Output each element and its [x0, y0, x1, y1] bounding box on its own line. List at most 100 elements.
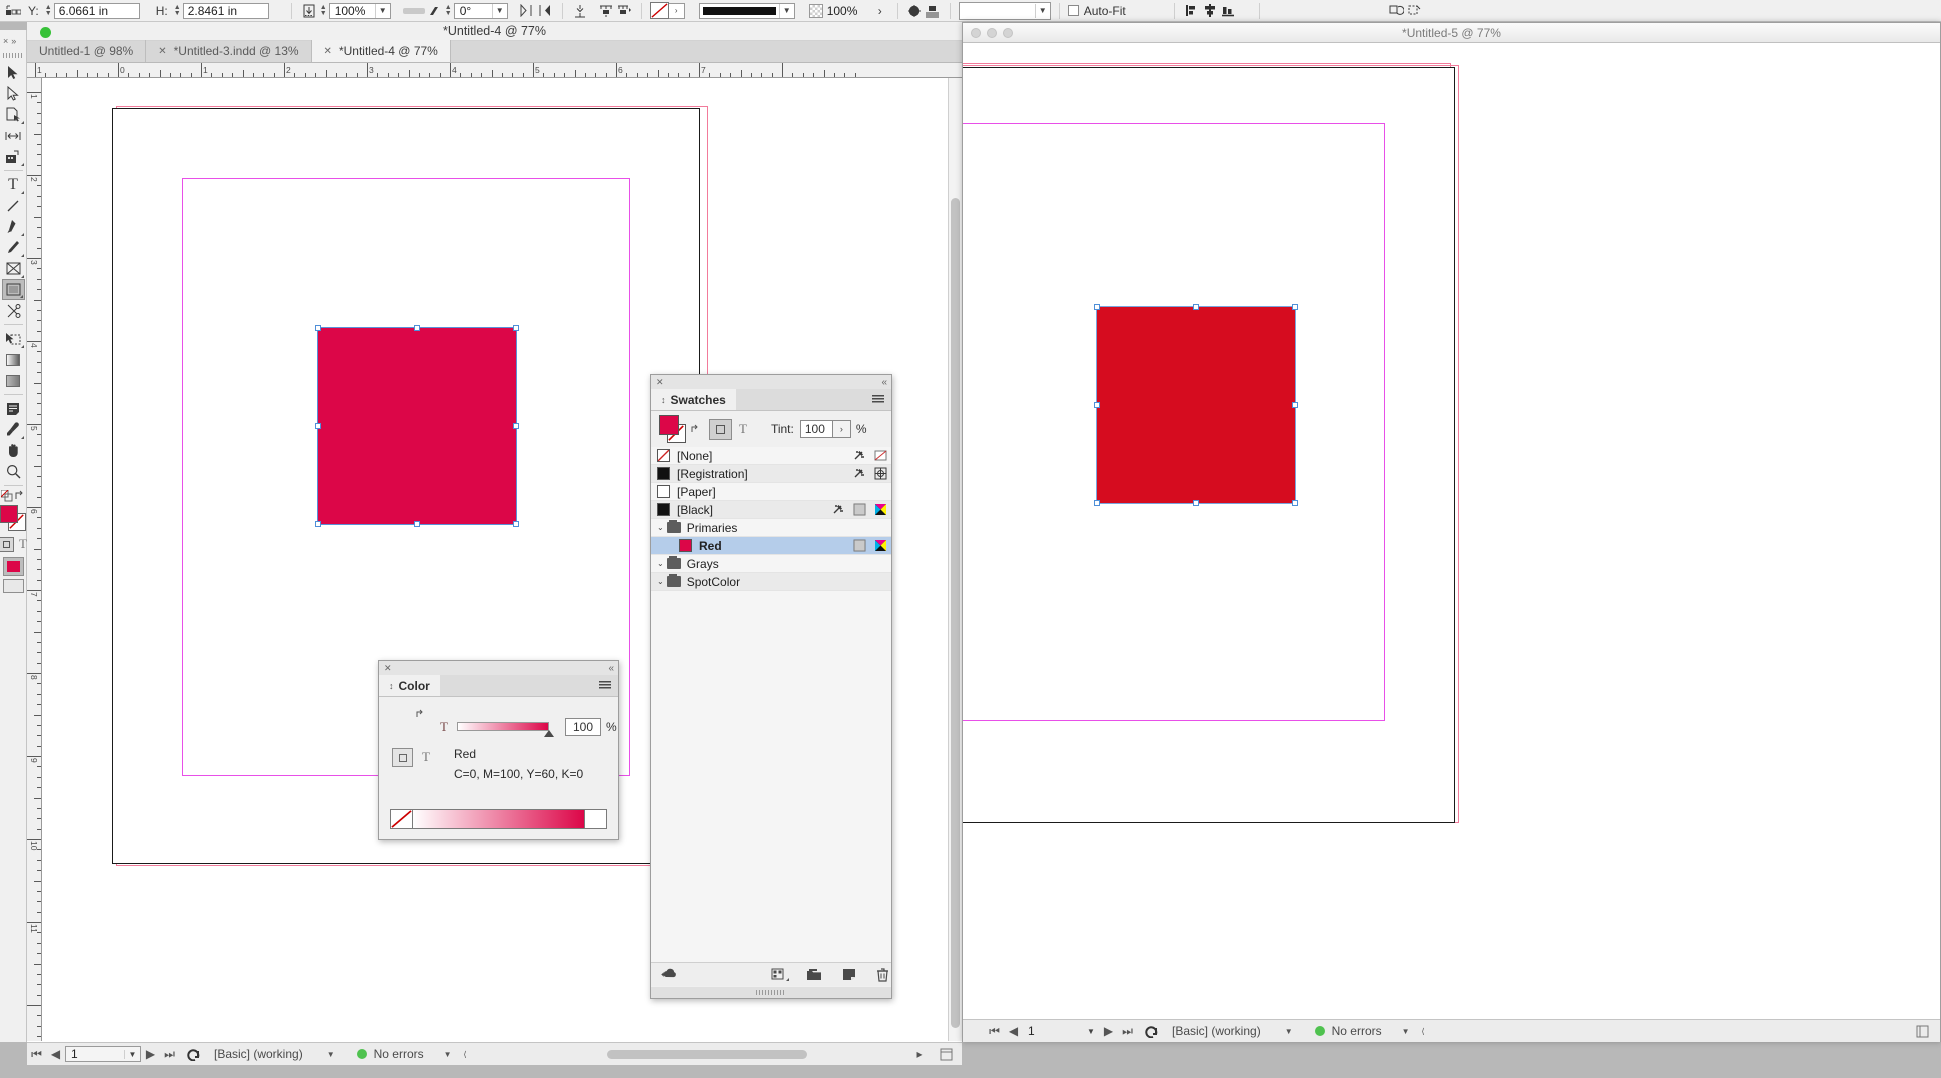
apply-none-button[interactable] — [2, 579, 24, 593]
selection-tool[interactable] — [2, 62, 25, 83]
chevron-down-icon[interactable]: ▼ — [778, 3, 794, 18]
swatches-fill-proxy[interactable] — [659, 415, 679, 435]
formatting-affects-container-icon[interactable] — [0, 536, 15, 552]
selection-handle[interactable] — [1094, 402, 1100, 408]
scale-stepper[interactable]: ▲ ▼ — [318, 3, 329, 19]
selection-handle[interactable] — [1292, 304, 1298, 310]
tint-input[interactable]: 100 — [799, 420, 833, 438]
selection-handle[interactable] — [315, 423, 321, 429]
fill-swatch[interactable] — [0, 505, 18, 523]
selection-handle[interactable] — [1193, 500, 1199, 506]
rotate-combo[interactable]: 0° ▼ — [453, 2, 508, 19]
close-icon[interactable]: × — [3, 36, 8, 46]
selection-handle[interactable] — [513, 521, 519, 527]
note-tool[interactable] — [2, 398, 25, 419]
cmyk-icon[interactable] — [874, 503, 887, 516]
expand-icon[interactable]: » — [11, 36, 16, 46]
frame-tool[interactable] — [2, 258, 25, 279]
previous-page-button[interactable]: ◀ — [46, 1045, 65, 1064]
collapse-icon[interactable]: « — [881, 377, 886, 388]
disclosure-triangle-icon[interactable]: ⌄ — [657, 559, 664, 568]
reference-point-icon[interactable] — [4, 2, 22, 20]
collapse-icon[interactable]: « — [608, 663, 613, 674]
zoom-tool[interactable] — [2, 461, 25, 482]
new-color-group-icon[interactable] — [771, 968, 789, 981]
align-left-edges-icon[interactable] — [1183, 2, 1201, 20]
first-page-button[interactable]: ⏮ — [27, 1045, 46, 1064]
delete-swatch-icon[interactable] — [876, 967, 889, 982]
preflight-icon[interactable] — [1143, 1022, 1162, 1041]
content-collector-tool[interactable] — [2, 146, 25, 167]
hamburger-icon[interactable] — [599, 681, 611, 690]
next-page-button[interactable]: ▶ — [1099, 1022, 1118, 1041]
page-number-field[interactable]: 1 ▼ — [65, 1046, 141, 1062]
errors-chevron-icon[interactable]: ▼ — [444, 1050, 452, 1059]
swatch-row[interactable]: Red — [651, 537, 891, 555]
tint-icon[interactable] — [853, 539, 866, 552]
preflight-profile-chevron-icon[interactable]: ▼ — [1285, 1027, 1293, 1036]
height-stepper[interactable]: ▲ ▼ — [172, 3, 183, 19]
swap-fill-stroke-icon[interactable] — [415, 709, 426, 720]
opacity-value[interactable]: 100% — [823, 3, 871, 19]
status-collapse-icon[interactable]: ⟨ — [1422, 1027, 1425, 1036]
scrollbar-thumb[interactable] — [951, 198, 960, 1028]
no-print-icon[interactable] — [832, 503, 845, 516]
close-button[interactable] — [971, 28, 981, 38]
distribute-left-icon[interactable] — [597, 2, 615, 20]
color-panel-menu-button[interactable] — [599, 675, 618, 696]
selection-handle[interactable] — [1292, 500, 1298, 506]
tab-color[interactable]: ↕ Color — [379, 675, 440, 696]
resize-grip-icon[interactable] — [937, 1045, 956, 1064]
errors-chevron-icon[interactable]: ▼ — [1402, 1027, 1410, 1036]
swatch-row[interactable]: [Black] — [651, 501, 891, 519]
default-fill-stroke-icon[interactable] — [0, 490, 13, 502]
auto-fit-checkbox[interactable] — [1067, 5, 1079, 16]
chevron-down-icon[interactable]: ▼ — [124, 1049, 140, 1059]
horizontal-ruler[interactable]: 1 0 1 2 3 4 5 6 7 — [27, 63, 962, 78]
eyedropper-tool[interactable] — [2, 419, 25, 440]
scissors-tool[interactable] — [2, 300, 25, 321]
distribute-right-icon[interactable] — [615, 2, 633, 20]
tint-dropdown-button[interactable]: › — [832, 420, 851, 438]
tint-icon[interactable] — [853, 503, 866, 516]
swatch-list[interactable]: [None] [Registration] [Paper] [Black] ⌄ Prima… — [651, 447, 891, 967]
right-canvas[interactable] — [963, 43, 1940, 1019]
opacity-icon[interactable] — [808, 3, 823, 18]
chevron-down-icon[interactable]: ▼ — [1034, 3, 1050, 18]
close-icon[interactable]: ✕ — [158, 46, 166, 57]
formatting-affects-text-button[interactable]: T — [739, 421, 747, 437]
align-vertical-icon[interactable] — [571, 2, 589, 20]
swap-fill-stroke-icon[interactable] — [690, 424, 701, 435]
pen-tool[interactable] — [2, 216, 25, 237]
formatting-affects-text-button[interactable]: T — [422, 749, 430, 765]
rectangle-object[interactable] — [1096, 306, 1296, 504]
first-page-button[interactable]: ⏮ — [985, 1022, 1004, 1041]
rectangle-tool[interactable] — [1, 279, 25, 300]
cmyk-icon[interactable] — [874, 539, 887, 552]
apply-color-button[interactable] — [2, 557, 24, 576]
panel-resize-icon[interactable]: ↕ — [389, 681, 394, 691]
page-number-field[interactable]: 1 ▼ — [1023, 1023, 1099, 1039]
selection-handle[interactable] — [414, 521, 420, 527]
chevron-right-icon[interactable]: › — [669, 4, 684, 18]
tab-untitled-1[interactable]: Untitled-1 @ 98% — [27, 40, 147, 62]
duplicate-swatch-icon[interactable] — [842, 968, 856, 981]
left-horizontal-scrollbar[interactable] — [587, 1048, 927, 1061]
gap-tool[interactable] — [2, 125, 25, 146]
swatch-row[interactable]: [Paper] — [651, 483, 891, 501]
minimize-button[interactable] — [987, 28, 997, 38]
text-frame-vertical-align-icon[interactable] — [300, 2, 318, 20]
direct-selection-tool[interactable] — [2, 83, 25, 104]
line-tool[interactable] — [2, 195, 25, 216]
close-icon[interactable]: ✕ — [324, 46, 332, 57]
shear-icon[interactable] — [425, 2, 443, 20]
drag-grip[interactable] — [3, 53, 23, 58]
selection-handle[interactable] — [1193, 304, 1199, 310]
swatch-row[interactable]: [None] — [651, 447, 891, 465]
page-tool[interactable] — [2, 104, 25, 125]
chevron-down-icon[interactable]: ▼ — [374, 3, 390, 18]
last-page-button[interactable]: ⏭ — [1118, 1022, 1137, 1041]
left-vertical-scrollbar[interactable] — [948, 78, 962, 1041]
gradient-feather-tool[interactable] — [2, 370, 25, 391]
preflight-profile-chevron-icon[interactable]: ▼ — [327, 1050, 335, 1059]
